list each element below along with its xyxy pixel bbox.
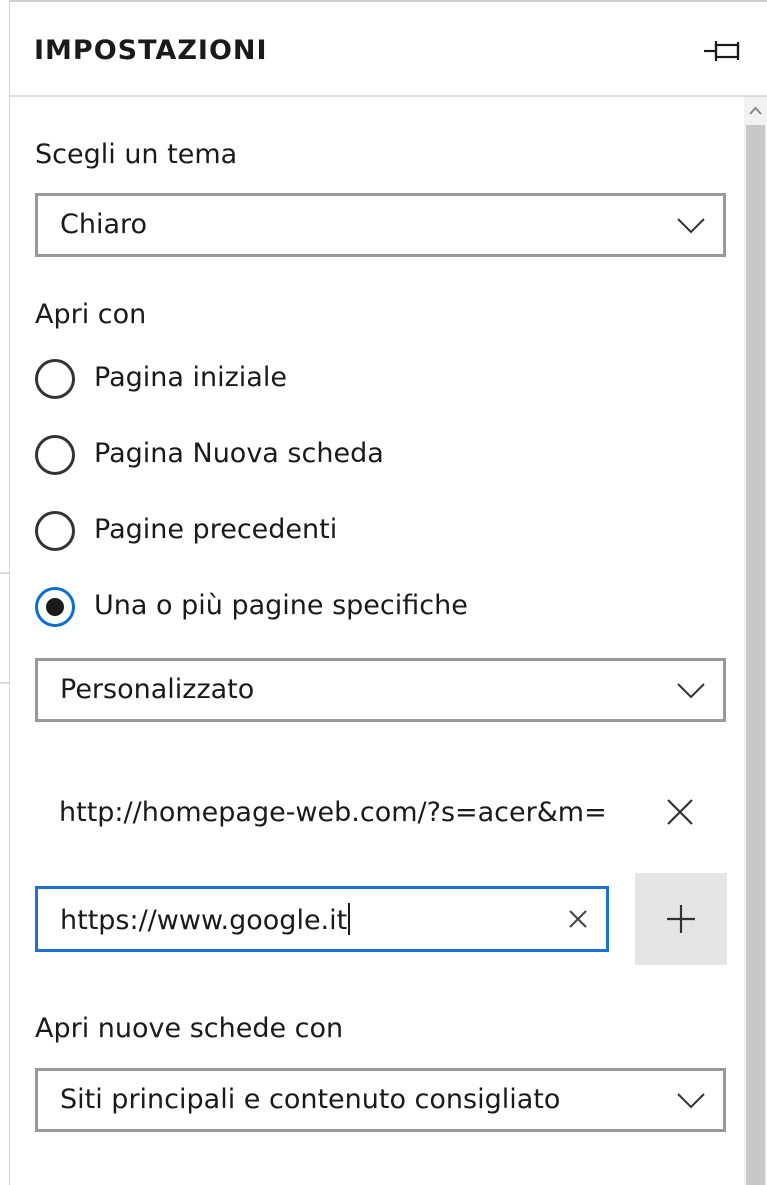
theme-select[interactable]: Chiaro (35, 193, 726, 257)
radio-option-new-tab-page[interactable]: Pagina Nuova scheda (35, 435, 715, 479)
settings-panel: IMPOSTAZIONI Scegli un tema Chiaro Apri … (9, 0, 767, 1185)
radio-button[interactable] (35, 511, 75, 551)
background-page-edge (0, 0, 9, 1185)
new-tabs-select[interactable]: Siti principali e contenuto consigliato (35, 1068, 726, 1132)
page: IMPOSTAZIONI Scegli un tema Chiaro Apri … (0, 0, 767, 1185)
url-input-value[interactable]: https://www.google.it (60, 903, 351, 936)
radio-button[interactable] (35, 435, 75, 475)
radio-button-checked[interactable] (35, 587, 75, 627)
url-input-text: https://www.google.it (60, 905, 348, 936)
radio-label: Una o più pagine specifiche (94, 590, 468, 621)
text-caret (348, 903, 351, 935)
panel-header: IMPOSTAZIONI (10, 2, 767, 97)
chevron-down-icon (677, 1093, 705, 1109)
new-tabs-label: Apri nuove schede con (35, 1013, 344, 1044)
pages-mode-select[interactable]: Personalizzato (35, 658, 726, 722)
radio-dot (46, 598, 64, 616)
theme-select-value: Chiaro (60, 209, 148, 240)
radio-option-specific-pages[interactable]: Una o più pagine specifiche (35, 587, 715, 631)
add-page-button[interactable] (635, 873, 727, 965)
url-input-field[interactable]: https://www.google.it (35, 886, 609, 952)
pages-mode-value: Personalizzato (60, 674, 255, 705)
page-url-text: http://homepage-web.com/?s=acer&m= (59, 797, 607, 828)
scroll-thumb[interactable] (746, 125, 765, 1185)
radio-option-start-page[interactable]: Pagina iniziale (35, 359, 715, 403)
radio-option-previous-pages[interactable]: Pagine precedenti (35, 511, 715, 555)
radio-label: Pagina Nuova scheda (94, 438, 384, 469)
chevron-down-icon (677, 683, 705, 699)
clear-icon[interactable] (568, 909, 588, 929)
page-url-item: http://homepage-web.com/?s=acer&m= (35, 783, 730, 843)
close-icon[interactable] (665, 797, 695, 827)
radio-label: Pagine precedenti (94, 514, 338, 545)
chevron-down-icon (677, 218, 705, 234)
plus-icon (667, 905, 695, 933)
scroll-up-arrow-icon[interactable] (744, 101, 767, 121)
new-tabs-select-value: Siti principali e contenuto consigliato (60, 1084, 561, 1115)
background-band (0, 572, 9, 684)
panel-title: IMPOSTAZIONI (34, 35, 268, 66)
radio-label: Pagina iniziale (94, 362, 287, 393)
theme-label: Scegli un tema (35, 139, 238, 170)
scrollbar[interactable] (744, 97, 767, 1185)
pin-icon[interactable] (702, 38, 742, 64)
open-with-label: Apri con (35, 299, 147, 330)
radio-button[interactable] (35, 359, 75, 399)
